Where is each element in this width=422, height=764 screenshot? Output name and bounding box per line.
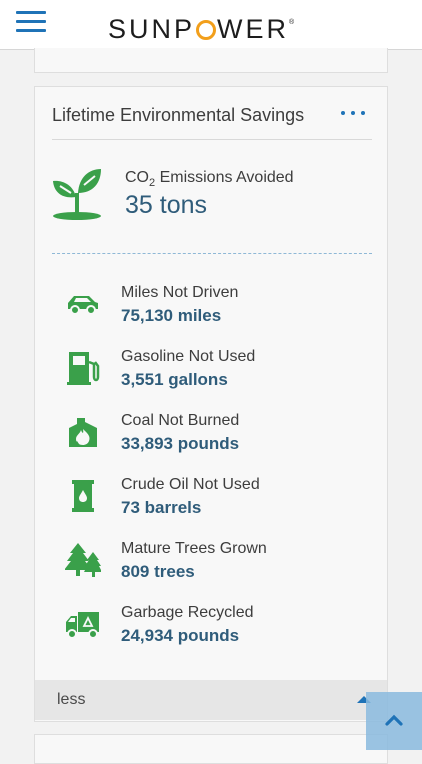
logo-o-ring bbox=[196, 20, 217, 40]
collapse-less-button[interactable]: less bbox=[34, 680, 388, 720]
co2-label: CO2 Emissions Avoided bbox=[125, 169, 294, 189]
logo-registered-mark: ® bbox=[289, 19, 295, 26]
card-title: Lifetime Environmental Savings bbox=[52, 105, 305, 125]
coal-fire-icon bbox=[69, 418, 97, 447]
sunpower-logo: SUNP WER® bbox=[108, 6, 295, 44]
gas-pump-icon bbox=[67, 352, 100, 385]
recycling-truck-icon bbox=[66, 612, 99, 639]
metric-value: 75,130 miles bbox=[121, 306, 222, 325]
metric-label: Mature Trees Grown bbox=[121, 540, 267, 557]
metric-value: 24,934 pounds bbox=[121, 626, 240, 645]
metric-label: Garbage Recycled bbox=[121, 604, 254, 621]
less-label: less bbox=[57, 691, 86, 708]
app-header: SUNP WER® bbox=[0, 0, 422, 50]
trees-icon bbox=[65, 543, 101, 577]
metric-coal: Coal Not Burned 33,893 pounds bbox=[35, 410, 387, 458]
metric-label: Miles Not Driven bbox=[121, 284, 239, 301]
sprout-plant-icon bbox=[53, 169, 101, 220]
metric-label: Gasoline Not Used bbox=[121, 348, 256, 365]
previous-card bbox=[34, 48, 388, 73]
logo-text-suffix: WER bbox=[217, 14, 290, 44]
co2-label-suffix: Emissions Avoided bbox=[155, 169, 294, 186]
metric-value: 33,893 pounds bbox=[121, 434, 240, 453]
metric-value: 809 trees bbox=[121, 562, 195, 581]
chevron-up-icon bbox=[385, 714, 403, 726]
co2-value: 35 tons bbox=[125, 191, 208, 219]
metric-label: Crude Oil Not Used bbox=[121, 476, 260, 493]
next-card bbox=[34, 734, 388, 764]
metric-garbage: Garbage Recycled 24,934 pounds bbox=[35, 602, 387, 650]
metric-value: 3,551 gallons bbox=[121, 370, 228, 389]
title-divider bbox=[52, 139, 372, 140]
oil-barrel-icon bbox=[72, 480, 94, 512]
logo-text-prefix: SUNP bbox=[108, 14, 196, 44]
dashed-divider bbox=[52, 253, 372, 254]
environmental-savings-card: Lifetime Environmental Savings CO2 Emiss… bbox=[34, 86, 388, 722]
metric-crude-oil: Crude Oil Not Used 73 barrels bbox=[35, 474, 387, 522]
metric-trees: Mature Trees Grown 809 trees bbox=[35, 538, 387, 586]
metric-miles: Miles Not Driven 75,130 miles bbox=[35, 282, 387, 330]
metric-gasoline: Gasoline Not Used 3,551 gallons bbox=[35, 346, 387, 394]
hamburger-menu-icon[interactable] bbox=[16, 11, 46, 33]
car-icon bbox=[68, 296, 98, 315]
co2-label-prefix: CO bbox=[125, 169, 149, 186]
scroll-to-top-button[interactable] bbox=[366, 692, 422, 750]
metric-value: 73 barrels bbox=[121, 498, 202, 517]
more-dots-icon[interactable] bbox=[339, 105, 369, 119]
metric-label: Coal Not Burned bbox=[121, 412, 240, 429]
